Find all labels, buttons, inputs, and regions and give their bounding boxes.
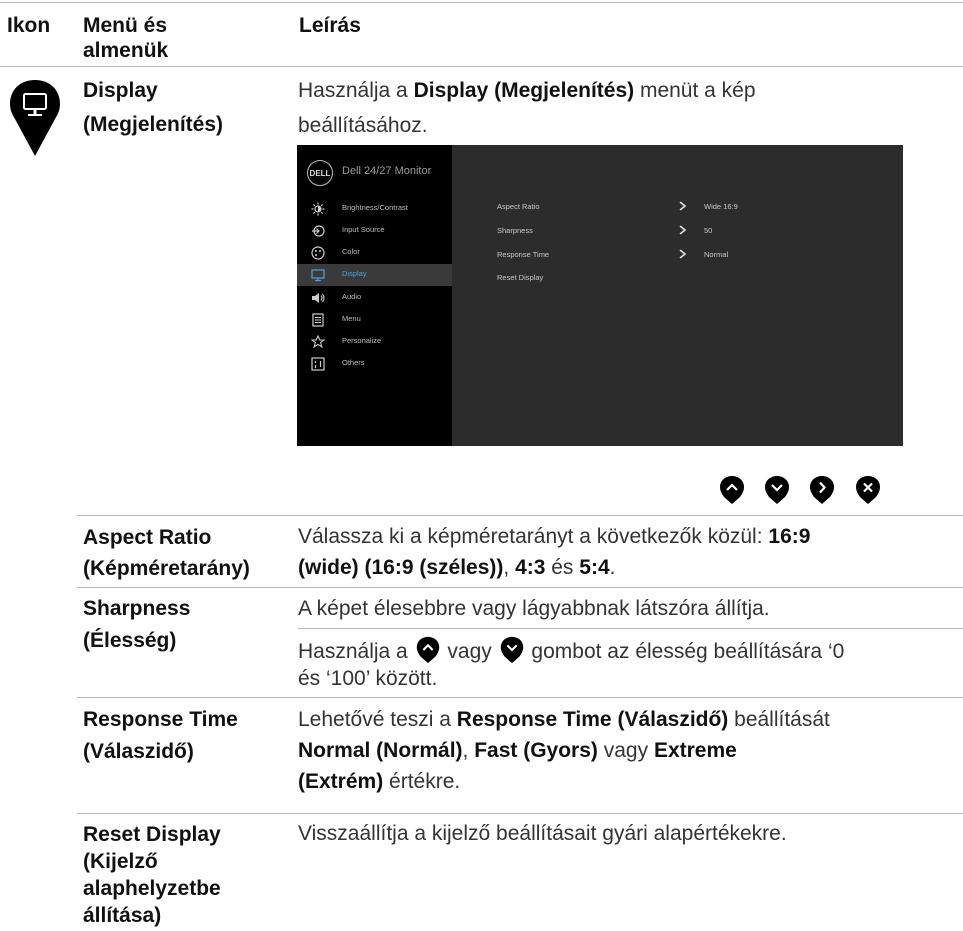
sharpness-description-line2: Használja a vagy gombot az élesség beáll… (298, 636, 844, 667)
response-menu-line1: Response Time (83, 708, 238, 731)
osd-menu-item-input-source[interactable]: Input Source (297, 220, 452, 242)
osd-display-screenshot: DELL Dell 24/27 Monitor Brightness/Contr… (297, 145, 903, 446)
osd-menu-label: Others (342, 358, 365, 367)
response-description-line1: Lehetővé teszi a Response Time (Válaszid… (298, 708, 830, 731)
osd-menu-label: Display (342, 269, 367, 278)
sharpness-description-line1: A képet élesebbre vagy lágyabbnak látszó… (298, 597, 770, 620)
close-button-icon (856, 476, 880, 504)
osd-setting-response-time[interactable]: Response Time (497, 250, 549, 259)
osd-sidebar: DELL Dell 24/27 Monitor Brightness/Contr… (297, 145, 452, 446)
reset-menu-line2: (Kijelző (83, 850, 158, 873)
down-button-icon (765, 476, 789, 504)
sharpness-menu-line1: Sharpness (83, 597, 191, 620)
table-top-line (0, 2, 963, 3)
color-icon (311, 246, 325, 260)
osd-menu-item-menu[interactable]: Menu (297, 309, 452, 331)
up-button-icon (416, 636, 439, 664)
display-icon (311, 269, 325, 282)
display-menu-line1: Display (83, 79, 158, 102)
reset-menu-line1: Reset Display (83, 823, 221, 846)
osd-menu-item-brightness[interactable]: Brightness/Contrast (297, 198, 452, 220)
down-button-icon (500, 636, 523, 664)
osd-value-response-time: Normal (704, 250, 729, 259)
osd-setting-reset-display[interactable]: Reset Display (497, 273, 543, 282)
response-description-line3: (Extrém) értékre. (298, 770, 461, 793)
header-icon: Ikon (7, 14, 51, 37)
response-menu-line2: (Válaszidő) (83, 740, 194, 763)
osd-setting-sharpness[interactable]: Sharpness (497, 226, 533, 235)
aspect-description-line2: (wide) (16:9 (széles)), 4:3 és 5:4. (298, 556, 616, 579)
osd-title: Dell 24/27 Monitor (342, 165, 432, 177)
osd-value-sharpness: 50 (704, 226, 713, 235)
reset-menu-line3: alaphelyzetbe (83, 877, 221, 900)
header-description: Leírás (299, 14, 361, 37)
input-source-icon (312, 225, 325, 237)
sharpness-inner-divider (298, 628, 963, 629)
row-divider-aspect (77, 515, 963, 516)
osd-menu-label: Audio (342, 292, 362, 301)
display-description-line1: Használja a Display (Megjelenítés) menüt… (298, 79, 756, 102)
chevron-right-icon (679, 249, 687, 259)
reset-menu-line4: állítása) (83, 904, 162, 927)
row-divider-reset (77, 813, 963, 814)
row-divider-response (77, 697, 963, 698)
osd-menu-label: Brightness/Contrast (342, 203, 408, 212)
display-menu-line2: (Megjelenítés) (83, 113, 224, 136)
chevron-right-icon (679, 201, 687, 211)
aspect-menu-line1: Aspect Ratio (83, 526, 212, 549)
brightness-icon (311, 202, 325, 216)
up-button-icon (720, 476, 744, 504)
header-menu-line2: almenük (83, 39, 169, 62)
sharpness-description-line3: és ‘100’ között. (298, 667, 438, 690)
osd-value-aspect-ratio: Wide 16:9 (704, 202, 738, 211)
osd-menu-label: Input Source (342, 225, 385, 234)
dell-logo: DELL (307, 160, 333, 186)
osd-menu-label: Menu (342, 314, 361, 323)
osd-menu-item-color[interactable]: Color (297, 242, 452, 264)
osd-menu-label: Personalize (342, 336, 382, 345)
menu-icon (312, 313, 324, 327)
header-bottom-line (0, 66, 963, 67)
osd-menu-item-others[interactable]: Others (297, 353, 452, 375)
osd-menu-label: Color (342, 247, 360, 256)
aspect-description-line1: Válassza ki a képméretarányt a következő… (298, 525, 811, 548)
chevron-right-icon (679, 225, 687, 235)
sharpness-menu-line2: (Élesség) (83, 629, 177, 652)
osd-menu-item-personalize[interactable]: Personalize (297, 331, 452, 353)
header-menu-line1: Menü és (83, 14, 168, 37)
display-pin-icon (7, 78, 63, 158)
row-divider-sharpness (77, 587, 963, 588)
osd-menu-item-display[interactable]: Display (297, 264, 452, 286)
aspect-menu-line2: (Képméretarány) (83, 557, 250, 580)
display-description-line2: beállításához. (298, 114, 428, 137)
reset-description: Visszaállítja a kijelző beállításait gyá… (298, 822, 787, 845)
right-button-icon (810, 476, 834, 504)
others-icon (311, 357, 325, 371)
audio-icon (312, 293, 325, 303)
personalize-star-icon (311, 335, 325, 349)
osd-menu-item-audio[interactable]: Audio (297, 287, 452, 309)
osd-setting-aspect-ratio[interactable]: Aspect Ratio (497, 202, 540, 211)
response-description-line2: Normal (Normál), Fast (Gyors) vagy Extre… (298, 739, 737, 762)
